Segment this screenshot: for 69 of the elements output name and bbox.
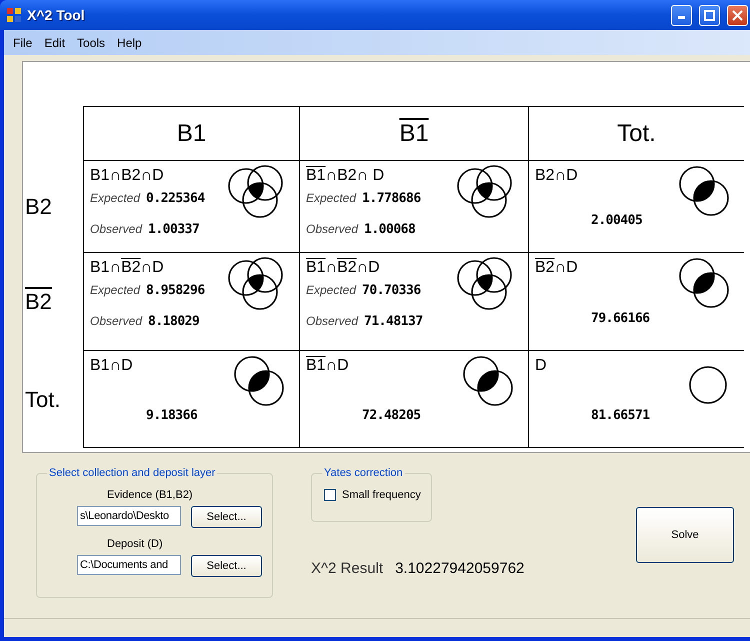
venn-diagram-icon <box>678 257 730 309</box>
solve-button[interactable]: Solve <box>636 507 734 563</box>
venn-diagram-icon <box>227 165 285 219</box>
total-value: 2.00405 <box>591 213 642 228</box>
row-header: Tot. <box>25 386 60 412</box>
expected-label: Expected <box>90 283 140 297</box>
result-label: X^2 Result <box>311 560 384 577</box>
field-label: Evidence (B1,B2) <box>107 489 193 501</box>
expected-label: Expected <box>306 191 356 205</box>
group-title: Yates correction <box>323 467 404 479</box>
menu-item[interactable]: Edit <box>39 34 70 52</box>
circle-icon <box>686 363 730 407</box>
observed-value: 1.00337 <box>148 222 200 237</box>
checkbox-label: Small frequency <box>342 489 421 501</box>
expected-value: 8.958296 <box>146 283 205 298</box>
column-header: Tot. <box>617 120 656 148</box>
close-button[interactable] <box>727 4 748 26</box>
observed-label: Observed <box>306 314 358 328</box>
observed-label: Observed <box>90 314 142 328</box>
expected-value: 0.225364 <box>146 191 205 206</box>
cell-label: B1∩B2∩ D <box>306 167 384 185</box>
column-header: B1 <box>399 120 429 148</box>
result-value: 3.10227942059762 <box>395 560 524 577</box>
window-title: X^2 Tool <box>27 7 86 23</box>
cell-label: B1∩B2∩D <box>90 259 164 277</box>
menu-item[interactable]: Help <box>112 34 147 52</box>
menu-item[interactable]: Tools <box>72 34 110 52</box>
row-header: B2 <box>25 194 52 220</box>
close-icon <box>732 10 743 20</box>
observed-value: 1.00068 <box>364 222 416 237</box>
venn-diagram-icon <box>233 355 285 407</box>
group-title: Select collection and deposit layer <box>48 467 216 479</box>
expected-label: Expected <box>306 283 356 297</box>
total-value: 79.66166 <box>591 311 650 326</box>
cell-label: B2∩D <box>535 167 578 185</box>
cell-label: D <box>535 357 547 375</box>
select-button[interactable]: Select... <box>191 555 262 577</box>
row-header: B2 <box>25 289 52 315</box>
minimize-button[interactable] <box>671 4 692 26</box>
observed-label: Observed <box>306 222 358 236</box>
path-field[interactable]: C:\Documents and <box>77 555 181 575</box>
cell-label: B1∩D <box>306 357 349 375</box>
observed-label: Observed <box>90 222 142 236</box>
total-value: 72.48205 <box>362 408 421 423</box>
venn-diagram-icon <box>456 165 514 219</box>
column-header: B1 <box>176 120 206 148</box>
venn-diagram-icon <box>227 257 285 311</box>
venn-diagram-icon <box>456 257 514 311</box>
path-field[interactable]: s\Leonardo\Deskto <box>77 506 181 526</box>
cell-label: B1∩B2∩D <box>306 259 380 277</box>
maximize-button[interactable] <box>699 4 720 26</box>
maximize-icon <box>704 10 715 20</box>
app-icon <box>6 7 22 23</box>
cell-label: B2∩D <box>535 259 578 277</box>
total-value: 9.18366 <box>146 408 198 423</box>
expected-value: 1.778686 <box>362 191 421 206</box>
menu-item[interactable]: File <box>8 34 38 52</box>
venn-diagram-icon <box>462 355 514 407</box>
checkbox[interactable] <box>324 489 336 501</box>
cell-label: B1∩D <box>90 357 133 375</box>
expected-value: 70.70336 <box>362 283 421 298</box>
select-button[interactable]: Select... <box>191 506 262 528</box>
observed-value: 71.48137 <box>364 314 423 329</box>
observed-value: 8.18029 <box>148 314 200 329</box>
field-label: Deposit (D) <box>107 538 163 550</box>
total-value: 81.66571 <box>591 408 650 423</box>
cell-label: B1∩B2∩D <box>90 167 164 185</box>
venn-diagram-icon <box>678 165 730 217</box>
expected-label: Expected <box>90 191 140 205</box>
